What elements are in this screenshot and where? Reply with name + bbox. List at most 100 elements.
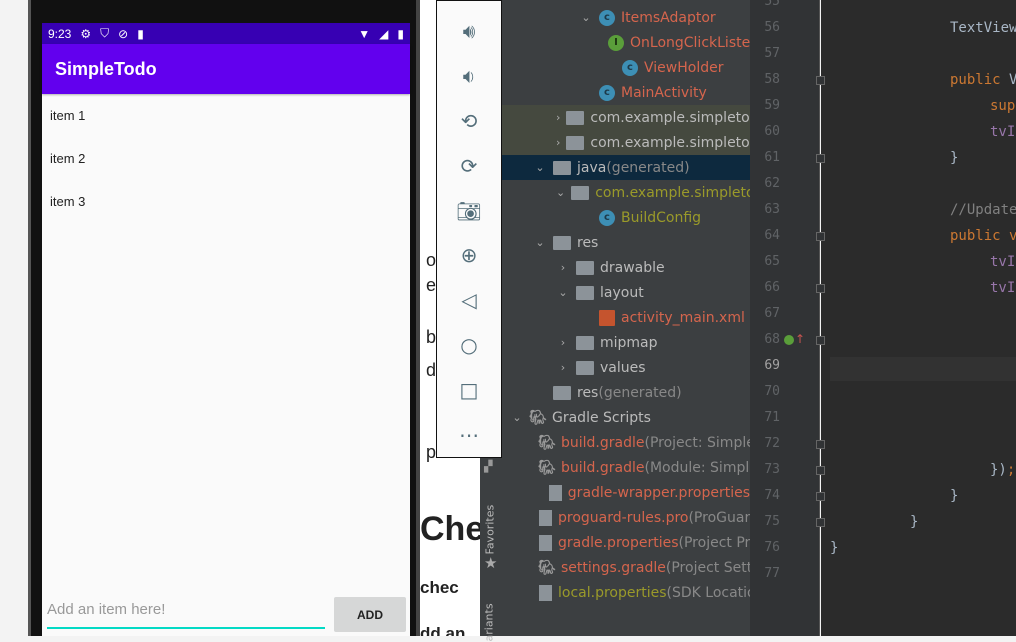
rotate-right-button[interactable]: ⟳ [449,143,489,188]
code-line: public View [950,72,1016,88]
fold-marker-icon[interactable] [816,284,825,293]
fold-marker-icon[interactable] [816,440,825,449]
tree-item[interactable]: gradle.properties (Project Properties) [502,530,750,555]
webpage-text-fragment: b [426,327,437,347]
line-number: 61 [764,150,780,165]
fold-marker-icon[interactable] [816,336,825,345]
list-item[interactable]: item 1 [42,94,410,137]
line-number: 64 [764,228,780,243]
folder-icon [566,135,585,150]
code-line: super(i [990,98,1016,114]
add-item-input[interactable]: Add an item here! [47,597,325,629]
more-button[interactable]: ⋯ [449,412,489,457]
fold-marker-icon[interactable] [816,518,825,527]
tree-item[interactable]: ⌄ res [502,230,750,255]
tree-item[interactable]: c ViewHolder [502,55,750,80]
tree-item-label: Gradle Scripts [552,409,651,426]
line-number: 75 [764,514,780,529]
tree-item[interactable]: res (generated) [502,380,750,405]
overview-button[interactable]: □ [449,367,489,412]
app-title: SimpleTodo [55,58,157,79]
fold-marker-icon[interactable] [816,466,825,475]
status-time: 9:23 [48,26,72,41]
chevron-down-icon[interactable]: ⌄ [556,286,570,299]
chevron-right-icon[interactable]: › [556,136,560,149]
code-editor[interactable] [821,0,1016,636]
properties-file-icon [539,509,552,526]
chevron-right-icon[interactable]: › [556,361,570,374]
tree-item[interactable]: 🐘︎ build.gradle (Module: SimpleTodo.app) [502,455,750,480]
chevron-down-icon[interactable]: ⌄ [510,411,524,424]
add-button[interactable]: ADD [334,597,406,632]
chevron-down-icon[interactable]: ⌄ [556,186,565,199]
tree-item[interactable]: › com.example.simpletodo [502,105,750,130]
tree-item[interactable]: › values [502,355,750,380]
tree-item-label: gradle.properties [558,534,679,551]
tree-item[interactable]: ⌄ com.example.simpletodo [502,180,750,205]
folder-icon [553,385,571,400]
gradle-icon: 🐘︎ [538,434,556,451]
build-variants-tab[interactable]: ariants [483,592,496,641]
rotate-right-icon: ⟳ [460,153,478,178]
line-number: 71 [764,410,780,425]
interface-icon: I [608,34,624,51]
volume-down-button[interactable]: 🔉︎ [449,54,489,99]
fold-marker-icon[interactable] [816,492,825,501]
favorites-tab[interactable]: Favorites [484,495,497,555]
list-item[interactable]: item 3 [42,180,410,223]
tree-item[interactable]: c BuildConfig [502,205,750,230]
tree-item[interactable]: c MainActivity [502,80,750,105]
override-arrow-icon[interactable]: ↑ [795,332,805,346]
star-icon: ★ [484,554,498,572]
chevron-down-icon[interactable]: ⌄ [533,161,547,174]
tree-item[interactable]: 🐘︎ settings.gradle (Project Settings) [502,555,750,580]
tree-item[interactable]: ⌄ 🐘︎ Gradle Scripts [502,405,750,430]
tree-item[interactable]: I OnLongClickListener [502,30,750,55]
home-button[interactable]: ○ [449,323,489,368]
tree-item-detail: (Module: SimpleTodo.app) [644,459,751,476]
tree-item[interactable]: gradle-wrapper.properties [502,480,750,505]
chevron-down-icon[interactable]: ⌄ [533,236,547,249]
line-number: 57 [764,46,780,61]
data-saver-icon: ⊘ [118,26,129,41]
folder-icon [566,110,585,125]
tree-item[interactable]: ⌄ c ItemsAdaptor [502,5,750,30]
line-number: 73 [764,462,780,477]
gradle-icon: 🐘︎ [538,559,556,576]
line-number: 69 [764,358,780,373]
structure-icon[interactable]: ▞ [484,460,492,473]
list-item[interactable]: item 2 [42,137,410,180]
tree-item[interactable]: › drawable [502,255,750,280]
tree-item[interactable]: ⌄ java (generated) [502,155,750,180]
rotate-left-button[interactable]: ⟲ [449,99,489,144]
chevron-right-icon[interactable]: › [556,336,570,349]
line-number: 72 [764,436,780,451]
tree-item-label: res [577,234,599,251]
tree-item-label: layout [600,284,644,301]
tree-item[interactable]: activity_main.xml [502,305,750,330]
tree-item[interactable]: › mipmap [502,330,750,355]
tree-item[interactable]: › com.example.simpletodo [502,130,750,155]
fold-marker-icon[interactable] [816,232,825,241]
tree-item[interactable]: ⌄ layout [502,280,750,305]
camera-button[interactable]: 📷︎ [449,188,489,233]
chevron-right-icon[interactable]: › [556,261,570,274]
implements-method-icon[interactable] [784,335,794,345]
code-token: tvItem [990,254,1016,270]
zoom-button[interactable]: ⊕ [449,233,489,278]
overview-icon: □ [459,377,479,402]
tree-item[interactable]: 🐘︎ build.gradle (Project: SimpleTodo) [502,430,750,455]
volume-up-icon: 🔊︎ [462,19,476,44]
fold-marker-icon[interactable] [816,76,825,85]
volume-up-button[interactable]: 🔊︎ [449,9,489,54]
tree-item-label: BuildConfig [621,209,702,226]
tree-item[interactable]: proguard-rules.pro (ProGuard Rules) [502,505,750,530]
chevron-right-icon[interactable]: › [556,111,560,124]
tree-item-label: ItemsAdaptor [621,9,716,26]
tree-item[interactable]: local.properties (SDK Location) [502,580,750,605]
back-button[interactable]: ◁ [449,278,489,323]
sd-card-icon: ▮ [137,26,144,41]
fold-marker-icon[interactable] [816,154,825,163]
code-token: public [950,72,1010,88]
chevron-down-icon[interactable]: ⌄ [579,11,593,24]
